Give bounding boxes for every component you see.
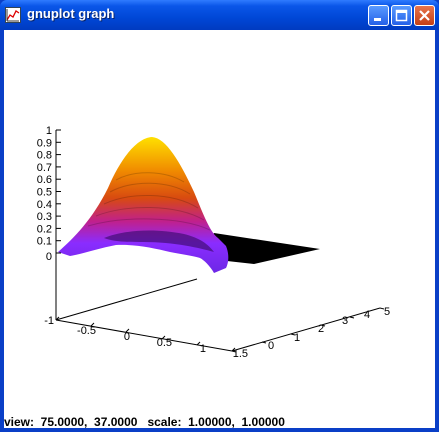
surface-plot[interactable]: 1 0.9 0.8 0.7 0.6 0.5 0.4 0.3 0.2 0.1 0 — [4, 30, 435, 415]
z-tick-label: 0.1 — [37, 236, 52, 248]
z-tick-label: 0.2 — [37, 223, 52, 235]
x-tick-label: 1 — [200, 343, 206, 355]
x-tick-label: -1 — [44, 315, 54, 327]
z-tick-label: 0.8 — [37, 150, 52, 162]
x-tick-label: 1.5 — [233, 348, 248, 360]
maximize-button[interactable] — [391, 5, 412, 26]
y-tick-label: 3 — [342, 315, 348, 327]
x-tick-label: 0.5 — [157, 337, 172, 349]
z-tick-label: 0.9 — [37, 137, 52, 149]
y-tick-label: 5 — [384, 306, 390, 318]
z-tick-label: 0.4 — [37, 199, 52, 211]
z-tick-label: 0.3 — [37, 211, 52, 223]
status-bar: view: 75.0000, 37.0000 scale: 1.00000, 1… — [4, 415, 285, 429]
y-tick-label: 2 — [318, 323, 324, 335]
surface-body — [58, 137, 229, 273]
maximize-icon — [395, 9, 408, 22]
close-icon — [419, 10, 430, 21]
close-button[interactable] — [414, 5, 435, 26]
z-tick-label: 0.5 — [37, 187, 52, 199]
z-tick-label: 0.7 — [37, 162, 52, 174]
x-tick-label: -0.5 — [77, 325, 96, 337]
gnuplot-graph-icon — [5, 7, 21, 23]
y-tick-label: 1 — [294, 332, 300, 344]
graph-canvas[interactable]: 1 0.9 0.8 0.7 0.6 0.5 0.4 0.3 0.2 0.1 0 — [4, 30, 435, 429]
x-tick-label: 0 — [124, 331, 130, 343]
title-bar[interactable]: gnuplot graph — [0, 0, 439, 30]
z-axis-ticks — [56, 129, 61, 254]
y-tick-label: 0 — [268, 340, 274, 352]
y-axis-ticks — [231, 307, 385, 353]
minimize-icon — [374, 18, 381, 21]
z-tick-label: 0 — [46, 251, 52, 263]
gnuplot-window: gnuplot graph 1 0.9 0.8 0.7 0.6 0.5 0.4 … — [0, 0, 439, 432]
y-tick-label: 4 — [364, 309, 370, 321]
z-tick-label: 1 — [46, 125, 52, 137]
window-title: gnuplot graph — [27, 6, 115, 21]
minimize-button[interactable] — [368, 5, 389, 26]
z-tick-label: 0.6 — [37, 174, 52, 186]
